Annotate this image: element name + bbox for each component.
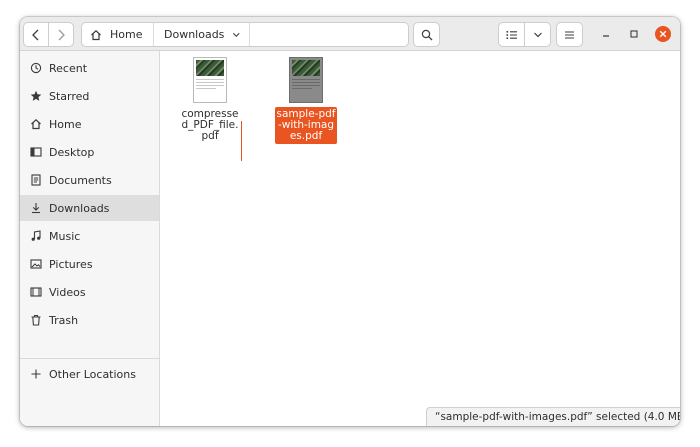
- file-name: compressed_PDF_file.pdf: [181, 108, 239, 142]
- music-icon: [30, 230, 42, 242]
- file-item[interactable]: compressed_PDF_file.pdf: [175, 57, 245, 144]
- path-bar: Home Downloads: [81, 22, 409, 47]
- sidebar-item-label: Pictures: [49, 257, 93, 271]
- sidebar-item-downloads[interactable]: Downloads: [20, 195, 159, 221]
- home-icon: [91, 29, 101, 40]
- sidebar-item-label: Videos: [49, 285, 86, 299]
- sidebar-item-label: Other Locations: [49, 367, 136, 381]
- file-name: sample-pdf-with-images.pdf: [275, 107, 337, 144]
- places-sidebar: Recent Starred Home Desktop Documents Do…: [20, 51, 160, 426]
- forward-button[interactable]: [48, 22, 74, 47]
- path-crumb-label: Home: [110, 28, 143, 41]
- sidebar-item-label: Starred: [49, 89, 90, 103]
- sidebar-item-label: Recent: [49, 61, 88, 75]
- star-icon: [30, 90, 42, 102]
- minimize-button[interactable]: [598, 26, 614, 42]
- clock-icon: [30, 62, 42, 74]
- sidebar-item-desktop[interactable]: Desktop: [20, 139, 159, 165]
- file-manager-window: Home Downloads Recent Starred Home Deskt…: [20, 17, 680, 426]
- main-menu-button[interactable]: [556, 22, 583, 47]
- sidebar-item-label: Desktop: [49, 145, 95, 159]
- chevron-left-icon: [32, 29, 39, 40]
- hamburger-menu-icon: [565, 30, 574, 39]
- sidebar-item-pictures[interactable]: Pictures: [20, 251, 159, 277]
- file-view: compressed_PDF_file.pdf sample-pdf-with-…: [160, 51, 680, 426]
- desktop-icon: [30, 146, 42, 158]
- plus-icon: [30, 368, 42, 380]
- pictures-icon: [30, 258, 42, 270]
- pdf-thumbnail-icon: [289, 57, 323, 103]
- file-item-selected[interactable]: sample-pdf-with-images.pdf: [271, 57, 341, 144]
- chevron-down-icon: [533, 32, 542, 37]
- sidebar-item-label: Trash: [49, 313, 79, 327]
- search-button[interactable]: [413, 22, 440, 47]
- videos-icon: [30, 286, 42, 298]
- pdf-thumbnail-icon: [193, 57, 227, 103]
- path-crumb-home[interactable]: Home: [82, 23, 154, 46]
- sidebar-item-label: Downloads: [49, 201, 110, 215]
- back-button[interactable]: [23, 22, 49, 47]
- rename-caret: [241, 121, 242, 161]
- sidebar-item-documents[interactable]: Documents: [20, 167, 159, 193]
- view-options-button[interactable]: [524, 22, 551, 47]
- sidebar-item-trash[interactable]: Trash: [20, 307, 159, 333]
- maximize-button[interactable]: [626, 26, 642, 42]
- sidebar-item-recent[interactable]: Recent: [20, 55, 159, 81]
- trash-icon: [30, 314, 42, 326]
- sidebar-item-label: Music: [49, 229, 81, 243]
- sidebar-item-videos[interactable]: Videos: [20, 279, 159, 305]
- sidebar-item-home[interactable]: Home: [20, 111, 159, 137]
- list-view-button[interactable]: [498, 22, 525, 47]
- chevron-down-icon: [233, 32, 241, 37]
- sidebar-separator: [20, 358, 159, 359]
- sidebar-item-starred[interactable]: Starred: [20, 83, 159, 109]
- sidebar-item-music[interactable]: Music: [20, 223, 159, 249]
- home-icon: [30, 118, 42, 130]
- list-view-icon: [506, 30, 517, 39]
- search-icon: [421, 29, 432, 40]
- sidebar-item-label: Home: [49, 117, 82, 131]
- path-crumb-label: Downloads: [164, 28, 225, 41]
- selection-status: “sample-pdf-with-images.pdf” selected (4…: [426, 407, 680, 426]
- chevron-right-icon: [58, 29, 65, 40]
- sidebar-item-label: Documents: [49, 173, 112, 187]
- close-button[interactable]: [655, 26, 671, 42]
- documents-icon: [30, 174, 42, 186]
- minimize-icon: [603, 35, 609, 37]
- close-icon: [659, 30, 667, 38]
- path-crumb-downloads[interactable]: Downloads: [154, 23, 250, 46]
- sidebar-item-other-locations[interactable]: Other Locations: [20, 361, 159, 387]
- maximize-icon: [630, 30, 638, 38]
- download-icon: [30, 202, 42, 214]
- header-bar: Home Downloads: [20, 17, 680, 51]
